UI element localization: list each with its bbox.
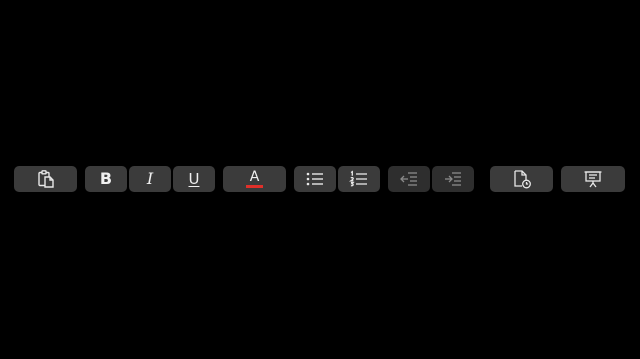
bulleted-list-button[interactable] [294, 166, 336, 192]
font-color-swatch [246, 185, 263, 188]
increase-indent-button[interactable] [432, 166, 474, 192]
presentation-button[interactable] [561, 166, 625, 192]
recent-document-button[interactable] [490, 166, 553, 192]
font-color-icon: A [246, 170, 263, 188]
presentation-icon [583, 170, 603, 188]
bold-icon: B [99, 169, 113, 188]
bold-button[interactable]: B [85, 166, 127, 192]
touch-bar: B I U A [0, 0, 640, 359]
increase-indent-icon [443, 170, 463, 188]
decrease-indent-icon [399, 170, 419, 188]
numbered-list-button[interactable] [338, 166, 380, 192]
underline-icon: U [188, 169, 200, 188]
decrease-indent-button[interactable] [388, 166, 430, 192]
italic-icon: I [146, 169, 154, 188]
bulleted-list-icon [305, 170, 325, 188]
underline-button[interactable]: U [173, 166, 215, 192]
font-color-letter: A [249, 169, 260, 185]
clipboard-paste-icon [36, 169, 56, 189]
document-clock-icon [512, 169, 532, 189]
paste-button[interactable] [14, 166, 77, 192]
font-color-button[interactable]: A [223, 166, 286, 192]
italic-button[interactable]: I [129, 166, 171, 192]
numbered-list-icon [349, 170, 369, 188]
